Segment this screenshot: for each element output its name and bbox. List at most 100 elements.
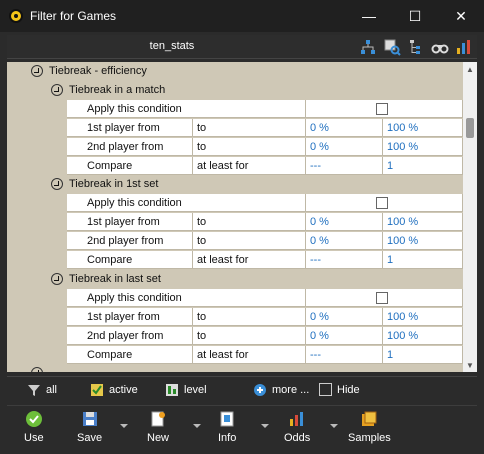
property-label: 2nd player from: [67, 232, 193, 251]
value-from-field[interactable]: 0 %: [306, 307, 383, 326]
apply-condition-checkbox[interactable]: [376, 197, 388, 210]
action-bar: Use Save New Info Odds Samples: [7, 405, 477, 449]
collapse-chevron-icon[interactable]: [31, 367, 43, 372]
property-operator: to: [193, 213, 306, 232]
value-from-field[interactable]: ---: [306, 156, 383, 175]
value-to-field[interactable]: 100 %: [383, 326, 463, 345]
hide-label: Hide: [337, 383, 360, 396]
collapse-chevron-icon[interactable]: [51, 83, 63, 96]
toolbar: ten_stats: [7, 35, 477, 59]
property-label: 1st player from: [67, 213, 193, 232]
value-from-field[interactable]: 0 %: [306, 326, 383, 345]
indent-gutter: [7, 137, 67, 156]
collapse-chevron-icon[interactable]: [51, 272, 63, 285]
value-to-field[interactable]: 100 %: [383, 118, 463, 137]
indent-gutter: [7, 251, 67, 269]
value-from-field[interactable]: ---: [306, 251, 383, 269]
section-header-row[interactable]: Tiebreak in last set: [7, 269, 463, 288]
value-to-field[interactable]: 1: [383, 156, 463, 175]
save-button[interactable]: Save: [77, 410, 102, 444]
save-dropdown-icon[interactable]: [120, 424, 128, 428]
property-label: Compare: [67, 345, 193, 364]
odds-button[interactable]: Odds: [284, 410, 310, 444]
hierarchy-icon[interactable]: [407, 38, 425, 56]
property-row: Compare at least for --- 1: [7, 345, 463, 364]
binoculars-icon[interactable]: [431, 38, 449, 56]
property-operator: to: [193, 307, 306, 326]
odds-dropdown-icon[interactable]: [330, 424, 338, 428]
scroll-up-icon[interactable]: ▲: [463, 62, 477, 76]
scroll-down-icon[interactable]: ▼: [463, 358, 477, 372]
vertical-scrollbar[interactable]: ▲ ▼: [463, 62, 477, 372]
save-disk-icon: [82, 412, 97, 426]
indent-gutter: [7, 213, 67, 232]
apply-condition-cell[interactable]: [306, 288, 463, 307]
property-operator: to: [193, 232, 306, 251]
hide-checkbox[interactable]: [319, 383, 332, 396]
new-label: New: [147, 432, 170, 444]
samples-icon: [362, 411, 377, 426]
app-logo-icon: [9, 9, 23, 23]
level-icon: [166, 384, 178, 396]
property-operator: to: [193, 326, 306, 345]
indent-gutter: [7, 118, 67, 137]
section-header-row[interactable]: Tiebreak in 1st set: [7, 175, 463, 194]
hide-toggle[interactable]: Hide: [319, 383, 360, 396]
apply-condition-cell[interactable]: [306, 194, 463, 213]
scrollbar-thumb[interactable]: [466, 118, 474, 138]
value-from-field[interactable]: 0 %: [306, 213, 383, 232]
new-document-icon: [151, 411, 165, 427]
value-to-field[interactable]: 100 %: [383, 307, 463, 326]
section-header-row[interactable]: [7, 364, 463, 372]
tree-icon[interactable]: [359, 38, 377, 56]
group-title: Tiebreak - efficiency: [49, 65, 147, 77]
info-dropdown-icon[interactable]: [261, 424, 269, 428]
indent-gutter: [7, 156, 67, 175]
property-label: Compare: [67, 156, 193, 175]
property-label: 1st player from: [67, 118, 193, 137]
settings-search-icon[interactable]: [383, 38, 401, 56]
title-bar: Filter for Games — ☐ ✕: [0, 0, 484, 32]
section-header-row[interactable]: Tiebreak in a match: [7, 80, 463, 99]
bar-chart-icon[interactable]: [455, 38, 473, 56]
apply-condition-checkbox[interactable]: [376, 102, 388, 115]
value-from-field[interactable]: 0 %: [306, 137, 383, 156]
value-from-field[interactable]: 0 %: [306, 118, 383, 137]
close-button[interactable]: ✕: [438, 0, 484, 32]
value-from-field[interactable]: 0 %: [306, 232, 383, 251]
property-operator: at least for: [193, 251, 306, 269]
toolbar-title: ten_stats: [149, 40, 195, 52]
use-button[interactable]: Use: [24, 410, 44, 444]
group-header-row[interactable]: Tiebreak - efficiency: [7, 62, 463, 80]
value-to-field[interactable]: 1: [383, 345, 463, 364]
toolbar-icons: [359, 38, 473, 56]
active-button[interactable]: active: [90, 383, 138, 397]
new-button[interactable]: New: [147, 410, 169, 444]
minimize-button[interactable]: —: [346, 0, 392, 32]
property-row: Compare at least for --- 1: [7, 156, 463, 175]
collapse-chevron-icon[interactable]: [31, 65, 43, 77]
property-label: 2nd player from: [67, 326, 193, 345]
property-row: 2nd player from to 0 % 100 %: [7, 137, 463, 156]
collapse-chevron-icon[interactable]: [51, 178, 63, 191]
more-button[interactable]: more ...: [253, 383, 309, 397]
window-title: Filter for Games: [30, 9, 117, 23]
info-button[interactable]: Info: [218, 410, 236, 444]
value-to-field[interactable]: 100 %: [383, 213, 463, 232]
apply-condition-cell[interactable]: [306, 99, 463, 118]
maximize-button[interactable]: ☐: [392, 0, 438, 32]
value-from-field[interactable]: ---: [306, 345, 383, 364]
apply-condition-checkbox[interactable]: [376, 291, 388, 304]
property-label: Apply this condition: [67, 99, 306, 118]
value-to-field[interactable]: 1: [383, 251, 463, 269]
funnel-icon: [28, 385, 40, 396]
level-button[interactable]: level: [165, 383, 207, 397]
samples-button[interactable]: Samples: [348, 410, 391, 444]
filter-bar: all active level more ... Hide: [7, 376, 477, 402]
new-dropdown-icon[interactable]: [193, 424, 201, 428]
value-to-field[interactable]: 100 %: [383, 137, 463, 156]
property-operator: at least for: [193, 156, 306, 175]
property-row: Apply this condition: [7, 194, 463, 213]
value-to-field[interactable]: 100 %: [383, 232, 463, 251]
all-button[interactable]: all: [27, 383, 57, 397]
